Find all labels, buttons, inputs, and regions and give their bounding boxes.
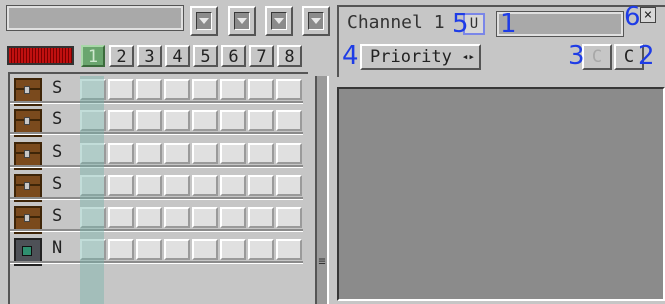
tab-channel-2[interactable]: 2 [109, 45, 134, 67]
annotation-3: 3 [568, 41, 585, 71]
slot[interactable] [220, 79, 246, 100]
slot[interactable] [164, 207, 190, 228]
slot[interactable] [108, 79, 134, 100]
slot[interactable] [248, 175, 274, 196]
slot[interactable] [220, 175, 246, 196]
dropdown-button-4[interactable] [302, 6, 330, 36]
close-button[interactable]: × [640, 7, 656, 23]
slot[interactable] [164, 239, 190, 260]
down-arrow-icon [274, 18, 284, 24]
list-item[interactable]: N [10, 236, 303, 266]
slot[interactable] [164, 79, 190, 100]
down-arrow-icon [311, 18, 321, 24]
tab-channel-3[interactable]: 3 [137, 45, 162, 67]
close-icon: × [643, 7, 653, 23]
mode-label: S [52, 174, 63, 194]
channel-title: Channel 1 [347, 12, 445, 33]
slot[interactable] [164, 143, 190, 164]
dropdown-button-3[interactable] [265, 6, 293, 36]
name-field[interactable] [6, 5, 184, 31]
tab-channel-4[interactable]: 4 [165, 45, 190, 67]
c-button-disabled-label: C [591, 47, 603, 67]
c-button-disabled[interactable]: C [582, 44, 612, 70]
slot[interactable] [164, 175, 190, 196]
list-item[interactable]: S [10, 140, 303, 170]
slot[interactable] [108, 239, 134, 260]
row-divider [10, 261, 303, 264]
panel-divider[interactable]: ≡ [315, 76, 329, 304]
row-divider [10, 229, 303, 232]
slot[interactable] [276, 175, 302, 196]
slot[interactable] [108, 175, 134, 196]
annotation-1: 1 [500, 9, 517, 39]
list-item[interactable]: S [10, 204, 303, 234]
slot[interactable] [248, 207, 274, 228]
down-arrow-icon [237, 18, 247, 24]
tab-channel-1[interactable]: 1 [81, 45, 105, 67]
annotation-2: 2 [638, 41, 655, 71]
divider-handle-icon: ≡ [318, 254, 326, 268]
priority-button[interactable]: Priority ◂▸ [360, 44, 481, 70]
slot[interactable] [192, 110, 218, 131]
slot[interactable] [192, 175, 218, 196]
left-right-arrows-icon: ◂▸ [461, 50, 475, 63]
dropdown-button-2[interactable] [228, 6, 256, 36]
slot[interactable] [108, 110, 134, 131]
mode-label: S [52, 206, 63, 226]
annotation-5: 5 [452, 9, 469, 39]
selected-channel-column [80, 76, 104, 304]
mode-label: N [52, 238, 63, 258]
slot[interactable] [220, 143, 246, 164]
slot[interactable] [248, 239, 274, 260]
slot[interactable] [192, 207, 218, 228]
row-divider [10, 165, 303, 168]
toggle-label: U [469, 16, 479, 32]
tab-channel-6[interactable]: 6 [221, 45, 246, 67]
slot[interactable] [248, 143, 274, 164]
slot[interactable] [136, 175, 162, 196]
list-item[interactable]: S [10, 172, 303, 202]
row-divider [10, 132, 303, 135]
slot[interactable] [136, 207, 162, 228]
priority-label: Priority [370, 47, 452, 67]
slot[interactable] [276, 207, 302, 228]
slot[interactable] [276, 79, 302, 100]
slot[interactable] [164, 110, 190, 131]
redstone-signal-bar [7, 46, 74, 65]
dropdown-button-1[interactable] [190, 6, 218, 36]
slot[interactable] [276, 110, 302, 131]
slot[interactable] [248, 79, 274, 100]
slot[interactable] [108, 143, 134, 164]
slot[interactable] [136, 143, 162, 164]
slot[interactable] [220, 239, 246, 260]
channel-content-area [337, 87, 665, 301]
tab-channel-8[interactable]: 8 [277, 45, 302, 67]
slot[interactable] [108, 207, 134, 228]
c-button-label: C [623, 47, 635, 67]
list-item[interactable]: S [10, 76, 303, 106]
slot[interactable] [192, 239, 218, 260]
annotation-4: 4 [342, 41, 359, 71]
tab-channel-7[interactable]: 7 [249, 45, 274, 67]
slot[interactable] [276, 239, 302, 260]
slot[interactable] [248, 110, 274, 131]
slot[interactable] [220, 110, 246, 131]
slot[interactable] [136, 110, 162, 131]
row-divider [10, 197, 303, 200]
mode-label: S [52, 142, 63, 162]
slot[interactable] [192, 79, 218, 100]
tab-channel-5[interactable]: 5 [193, 45, 218, 67]
slot[interactable] [220, 207, 246, 228]
slot[interactable] [136, 239, 162, 260]
slot[interactable] [136, 79, 162, 100]
row-divider [10, 101, 303, 104]
mode-label: S [52, 78, 63, 98]
slot[interactable] [192, 143, 218, 164]
down-arrow-icon [199, 18, 209, 24]
slot[interactable] [276, 143, 302, 164]
annotation-6: 6 [624, 2, 641, 32]
mode-label: S [52, 109, 63, 129]
list-item[interactable]: S [10, 107, 303, 137]
